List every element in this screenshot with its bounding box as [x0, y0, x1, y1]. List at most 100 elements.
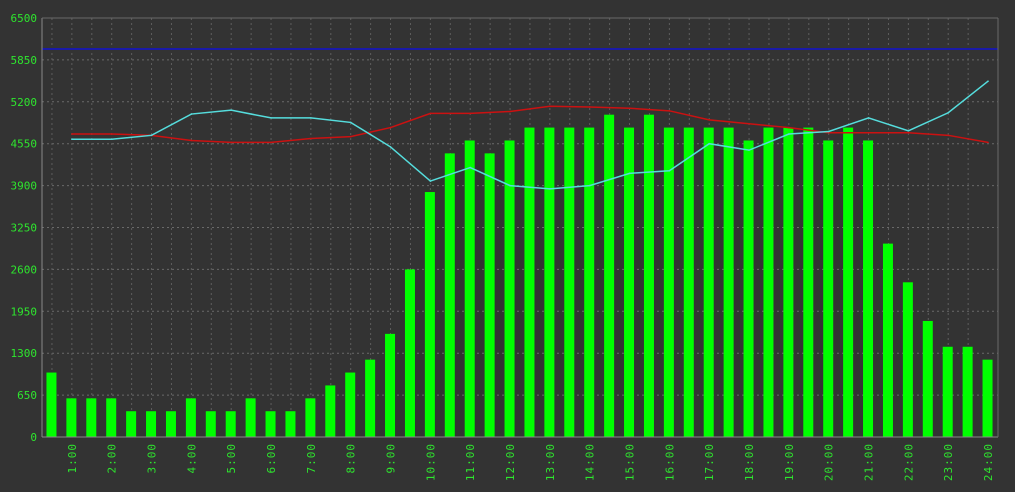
bar	[982, 359, 993, 437]
bar	[803, 127, 814, 437]
line-point	[71, 138, 73, 140]
line-point	[588, 184, 591, 187]
bar	[703, 127, 714, 437]
x-tick-label: 24:00	[982, 443, 995, 481]
line-point	[349, 121, 352, 124]
bar	[962, 346, 973, 437]
x-tick-label: 19:00	[783, 443, 796, 481]
bar	[524, 127, 535, 437]
bar	[404, 269, 415, 437]
line-point	[509, 184, 511, 187]
x-tick-label: 15:00	[624, 443, 637, 481]
line-point	[150, 134, 153, 137]
line-point	[947, 111, 950, 114]
line-point	[668, 169, 671, 172]
bar	[723, 127, 734, 437]
line-point	[230, 109, 233, 111]
y-tick-label: 2600	[11, 263, 38, 276]
x-tick-label: 18:00	[743, 443, 756, 481]
line-point	[788, 133, 790, 135]
x-tick-label: 10:00	[424, 443, 437, 481]
bar	[902, 282, 913, 437]
bar	[424, 192, 435, 437]
bar	[225, 411, 236, 437]
line-point	[748, 149, 750, 151]
bar	[265, 411, 276, 437]
bar	[185, 398, 196, 437]
x-tick-label: 14:00	[584, 443, 597, 481]
bar	[584, 127, 595, 437]
bar	[863, 140, 874, 437]
x-tick-label: 13:00	[544, 443, 557, 481]
line-point	[110, 138, 113, 140]
bar	[46, 372, 57, 437]
bar	[365, 359, 376, 437]
line-point	[110, 133, 113, 135]
bar	[942, 346, 953, 437]
x-tick-label: 11:00	[464, 443, 477, 481]
line-point	[71, 133, 73, 135]
bar	[743, 140, 754, 437]
line-point	[310, 117, 312, 119]
bar	[345, 372, 356, 437]
bar	[643, 114, 654, 437]
x-tick-label: 23:00	[942, 443, 955, 481]
bar	[564, 127, 575, 437]
line-point	[907, 130, 910, 132]
line-point	[788, 126, 790, 129]
x-tick-label: 1:00	[66, 443, 79, 474]
y-tick-label: 6500	[11, 12, 38, 25]
line-point	[230, 141, 233, 144]
x-tick-label: 4:00	[185, 443, 198, 474]
line-point	[429, 112, 432, 115]
bar	[385, 333, 396, 437]
bar	[325, 385, 336, 437]
bar	[843, 127, 854, 437]
line-point	[987, 141, 989, 144]
line-point	[270, 117, 272, 119]
x-tick-label: 17:00	[703, 443, 716, 481]
line-point	[270, 141, 272, 144]
bar	[604, 114, 615, 437]
line-point	[549, 105, 551, 108]
line-point	[349, 135, 352, 138]
bar	[205, 411, 216, 437]
bar	[484, 153, 495, 437]
x-tick-label: 8:00	[345, 443, 358, 474]
line-point	[190, 113, 193, 115]
x-tick-label: 3:00	[146, 443, 159, 474]
y-tick-label: 3250	[11, 222, 38, 235]
y-tick-label: 650	[17, 389, 37, 402]
line-point	[549, 188, 551, 190]
bar	[66, 398, 77, 437]
line-point	[867, 117, 870, 119]
line-point	[628, 107, 631, 110]
line-point	[947, 134, 950, 137]
bar	[444, 153, 455, 437]
y-tick-label: 0	[30, 431, 37, 444]
bar	[305, 398, 316, 437]
x-tick-label: 21:00	[863, 443, 876, 481]
x-tick-label: 16:00	[663, 443, 676, 481]
y-tick-label: 5850	[11, 54, 38, 67]
bar	[544, 127, 555, 437]
y-tick-label: 5200	[11, 96, 38, 109]
bar	[126, 411, 137, 437]
y-tick-label: 1950	[11, 305, 38, 318]
line-point	[907, 131, 910, 134]
x-tick-label: 22:00	[902, 443, 915, 481]
line-point	[867, 131, 870, 134]
bar	[285, 411, 296, 437]
x-tick-label: 6:00	[265, 443, 278, 474]
line-point	[389, 126, 392, 129]
chart: 0 650 1300 1950 2600 3250 3900 4550 5200 5850 6500…	[0, 0, 1015, 492]
bar	[165, 411, 176, 437]
x-tick-label: 7:00	[305, 443, 318, 474]
x-tick-label: 9:00	[385, 443, 398, 474]
line-point	[588, 106, 591, 108]
line-point	[429, 180, 432, 182]
line-point	[708, 119, 711, 121]
bar	[106, 398, 117, 437]
line-point	[469, 112, 472, 115]
bar	[86, 398, 97, 437]
